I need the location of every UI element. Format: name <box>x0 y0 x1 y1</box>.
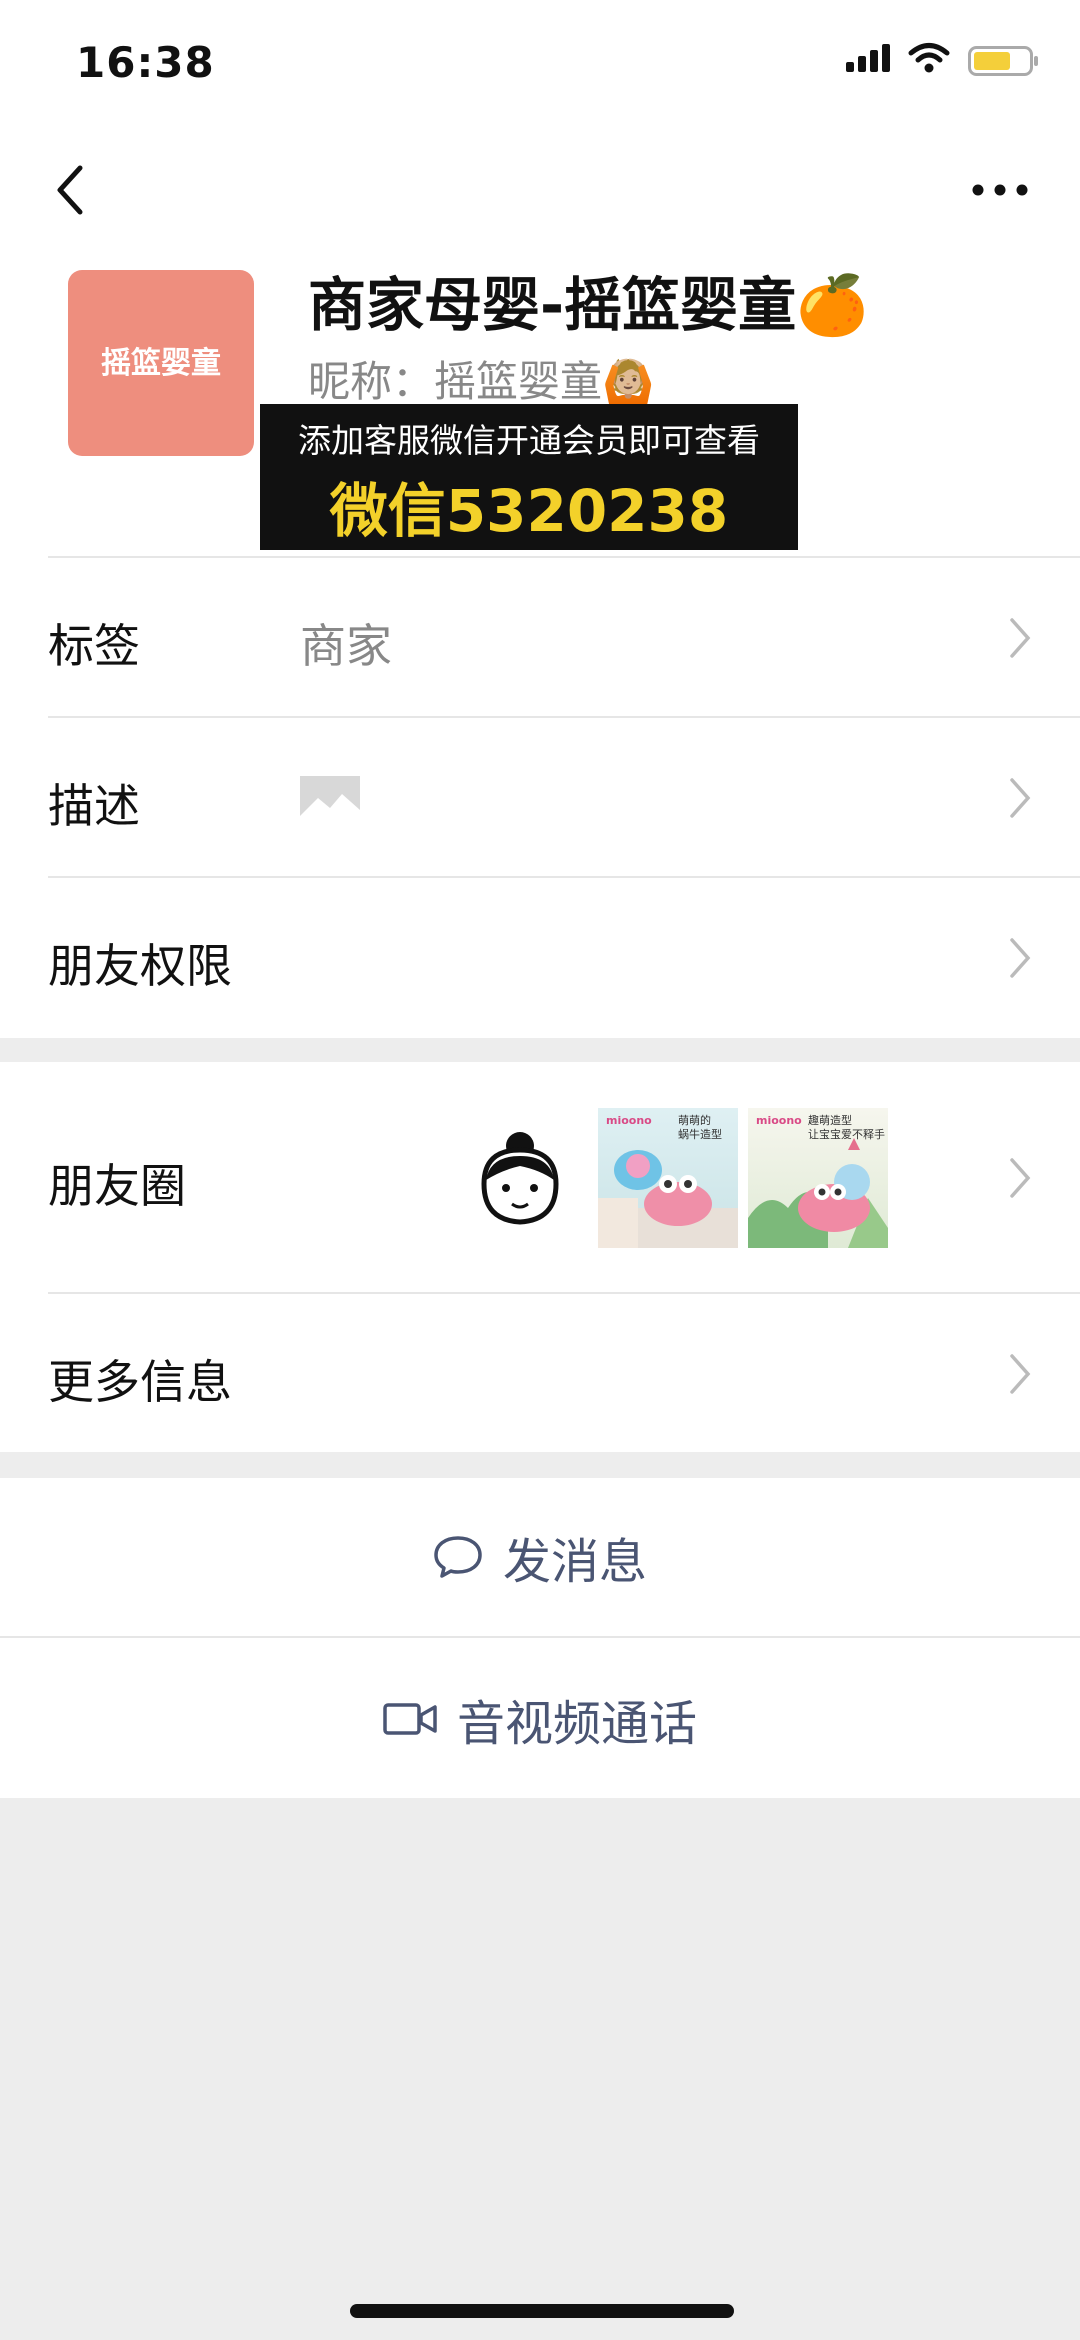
video-call-button[interactable]: 音视频通话 <box>0 1640 1080 1798</box>
chevron-right-icon <box>1010 778 1031 818</box>
row-friend-permissions[interactable]: 朋友权限 <box>0 878 1080 1038</box>
row-tags-value: 商家 <box>300 619 392 673</box>
profile-nickname: 昵称：摇篮婴童🙆🏼 <box>308 357 655 406</box>
row-more-info-label: 更多信息 <box>48 1355 232 1409</box>
chevron-right-icon <box>1010 1354 1031 1394</box>
signal-icon <box>846 42 892 78</box>
row-more-info[interactable]: 更多信息 <box>0 1294 1080 1452</box>
row-tags[interactable]: 标签 商家 <box>0 558 1080 716</box>
chevron-right-icon <box>1010 938 1031 978</box>
video-call-label: 音视频通话 <box>456 1696 697 1752</box>
status-time: 16:38 <box>76 38 215 87</box>
chevron-right-icon <box>1010 1158 1031 1198</box>
send-message-label: 发消息 <box>502 1534 647 1590</box>
row-moments-label: 朋友圈 <box>48 1159 186 1213</box>
row-description-label: 描述 <box>48 779 140 833</box>
row-tags-label: 标签 <box>48 619 140 673</box>
home-indicator[interactable] <box>350 2304 734 2318</box>
back-button[interactable] <box>50 160 90 224</box>
image-placeholder-icon <box>300 776 360 822</box>
wifi-icon <box>908 42 950 78</box>
moment-thumbnail[interactable]: mioono 萌萌的 蜗牛造型 <box>598 1108 738 1248</box>
profile-name: 商家母婴-摇篮婴童🍊 <box>308 271 869 339</box>
face-avatar-icon <box>481 1132 559 1225</box>
chat-bubble-icon <box>434 1536 482 1578</box>
moment-thumbnail[interactable]: mioono 趣萌造型 让宝宝爱不释手 <box>748 1108 888 1248</box>
promo-line-2: 微信5320238 <box>329 477 729 545</box>
row-description[interactable]: 描述 <box>0 718 1080 876</box>
chevron-right-icon <box>1010 618 1031 658</box>
promo-banner: 添加客服微信开通会员即可查看 微信5320238 <box>260 404 798 550</box>
row-moments[interactable]: 朋友圈 mioono 萌萌的 蜗牛造型 mioono 趣萌造型 让宝宝爱不释手 <box>0 1062 1080 1292</box>
avatar[interactable]: 摇篮婴童 <box>68 270 254 456</box>
row-permissions-label: 朋友权限 <box>48 939 232 993</box>
more-options-icon[interactable] <box>972 180 1028 204</box>
promo-line-1: 添加客服微信开通会员即可查看 <box>298 421 760 460</box>
send-message-button[interactable]: 发消息 <box>0 1478 1080 1636</box>
video-camera-icon <box>383 1703 437 1735</box>
divider <box>0 1636 1080 1638</box>
battery-icon <box>968 46 1040 82</box>
avatar-text: 摇篮婴童 <box>101 346 221 381</box>
